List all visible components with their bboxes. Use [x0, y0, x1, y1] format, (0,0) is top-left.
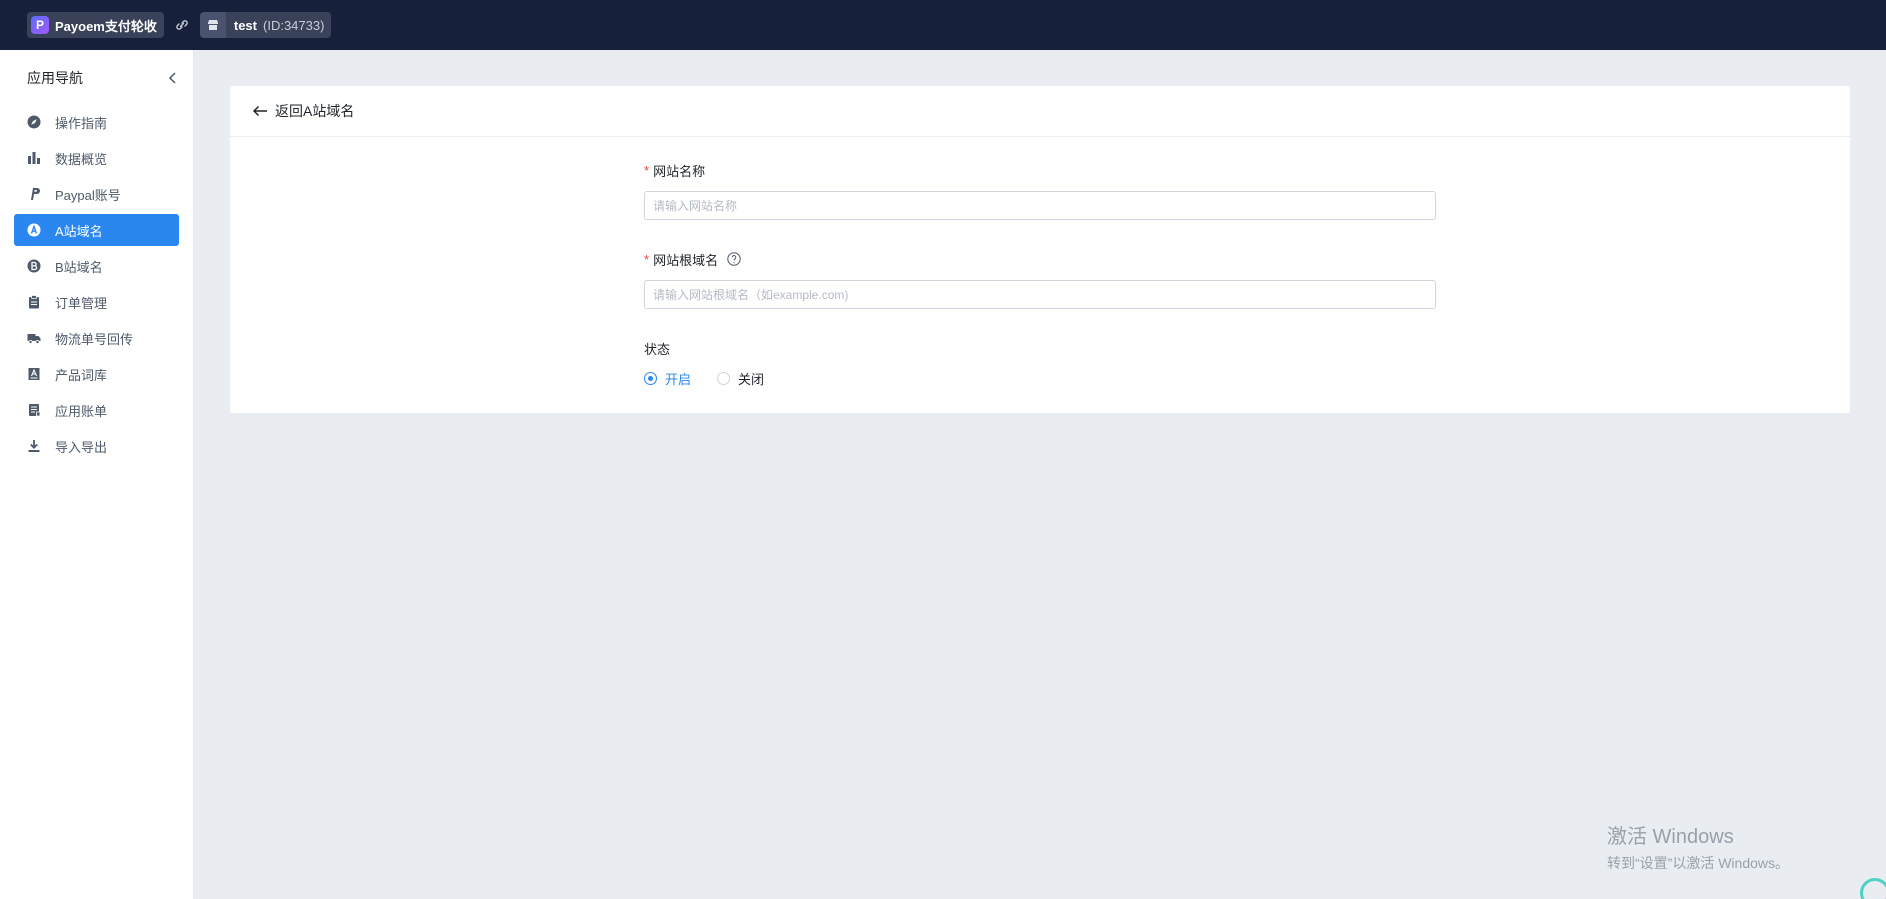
- site-name-input[interactable]: [644, 191, 1436, 220]
- store-icon: [199, 12, 226, 38]
- download-icon: [26, 438, 42, 454]
- sidebar-nav: 操作指南 数据概览 Paypal账号 A站域名 B站域名 订单管理 物流单号回传…: [0, 106, 193, 462]
- question-circle-icon[interactable]: [726, 251, 742, 267]
- sidebar-item-tracking[interactable]: 物流单号回传: [14, 322, 179, 354]
- store-switcher[interactable]: test (ID:34733): [199, 12, 332, 38]
- arrow-left-icon[interactable]: [251, 103, 269, 119]
- radio-label: 开启: [665, 372, 692, 387]
- receipt-icon: [26, 402, 42, 418]
- sidebar-item-lexicon[interactable]: 产品词库: [14, 358, 179, 390]
- radio-label: 关闭: [738, 372, 765, 387]
- app-logo-icon: P: [31, 16, 49, 34]
- circle-b-icon: [26, 258, 42, 274]
- site-domain-field: * 网站根域名: [644, 250, 1436, 309]
- sidebar-item-guide[interactable]: 操作指南: [14, 106, 179, 138]
- sidebar-item-paypal[interactable]: Paypal账号: [14, 178, 179, 210]
- app-switcher[interactable]: P Payoem支付轮收: [27, 12, 164, 38]
- site-name-field: * 网站名称: [644, 161, 1436, 220]
- status-radio-on[interactable]: 开启: [644, 369, 691, 388]
- site-domain-input[interactable]: [644, 280, 1436, 309]
- site-name-label: * 网站名称: [644, 161, 1436, 179]
- sidebar-item-label: 数据概览: [55, 151, 108, 167]
- watermark-subtitle: 转到“设置”以激活 Windows。: [1607, 855, 1790, 871]
- sidebar-title: 应用导航: [27, 70, 83, 86]
- top-bar: P Payoem支付轮收 test (ID:34733): [0, 0, 1886, 50]
- site-domain-label-text: 网站根域名: [653, 252, 719, 268]
- sidebar-item-overview[interactable]: 数据概览: [14, 142, 179, 174]
- watermark-title: 激活 Windows: [1607, 826, 1734, 848]
- compass-icon: [26, 114, 42, 130]
- paypal-icon: [26, 186, 42, 202]
- sidebar-item-label: 操作指南: [55, 115, 108, 131]
- chevron-left-icon[interactable]: [165, 70, 181, 86]
- sidebar-item-label: B站域名: [55, 259, 103, 275]
- status-radio-off[interactable]: 关闭: [717, 369, 764, 388]
- radio-checked-icon: [644, 372, 657, 385]
- sidebar-item-b-domain[interactable]: B站域名: [14, 250, 179, 282]
- sidebar-item-label: 导入导出: [55, 439, 108, 455]
- sidebar-item-orders[interactable]: 订单管理: [14, 286, 179, 318]
- sidebar-item-label: A站域名: [55, 223, 103, 239]
- link-icon[interactable]: [174, 17, 190, 33]
- required-marker: *: [644, 162, 650, 178]
- domain-form: * 网站名称 * 网站根域名 状态 开启: [644, 161, 1436, 418]
- sidebar-item-billing[interactable]: 应用账单: [14, 394, 179, 426]
- sidebar-item-import-export[interactable]: 导入导出: [14, 430, 179, 462]
- circle-a-icon: [26, 222, 42, 238]
- status-field: 状态 开启 关闭: [644, 339, 1436, 388]
- corner-chat-icon[interactable]: [1860, 878, 1886, 899]
- sidebar-item-label: 订单管理: [55, 295, 108, 311]
- sidebar-header: 应用导航: [0, 50, 193, 106]
- form-card: 返回A站域名 * 网站名称 * 网站根域名 状态: [230, 86, 1850, 413]
- status-label: 状态: [644, 341, 671, 357]
- windows-activation-watermark: 激活 Windows 转到“设置”以激活 Windows。: [1607, 820, 1789, 873]
- card-header: 返回A站域名: [230, 86, 1850, 137]
- sidebar-item-label: Paypal账号: [55, 187, 121, 203]
- back-link[interactable]: 返回A站域名: [275, 101, 354, 121]
- site-domain-label: * 网站根域名: [644, 250, 1436, 268]
- bar-chart-icon: [26, 150, 42, 166]
- required-marker: *: [644, 251, 650, 267]
- truck-icon: [26, 330, 42, 346]
- sidebar-item-label: 应用账单: [55, 403, 108, 419]
- app-name: Payoem支付轮收: [55, 18, 157, 34]
- lexicon-icon: [26, 366, 42, 382]
- store-name: test: [233, 17, 257, 33]
- sidebar-item-label: 物流单号回传: [55, 331, 134, 347]
- sidebar-item-label: 产品词库: [55, 367, 108, 383]
- status-radio-group: 开启 关闭: [644, 369, 1436, 388]
- sidebar-item-a-domain[interactable]: A站域名: [14, 214, 179, 246]
- radio-unchecked-icon: [717, 372, 731, 385]
- site-name-label-text: 网站名称: [653, 163, 706, 179]
- store-id: (ID:34733): [263, 17, 325, 33]
- sidebar: 应用导航 操作指南 数据概览 Paypal账号 A站域名 B站域名 订单管理 物…: [0, 50, 194, 899]
- clipboard-icon: [26, 294, 42, 310]
